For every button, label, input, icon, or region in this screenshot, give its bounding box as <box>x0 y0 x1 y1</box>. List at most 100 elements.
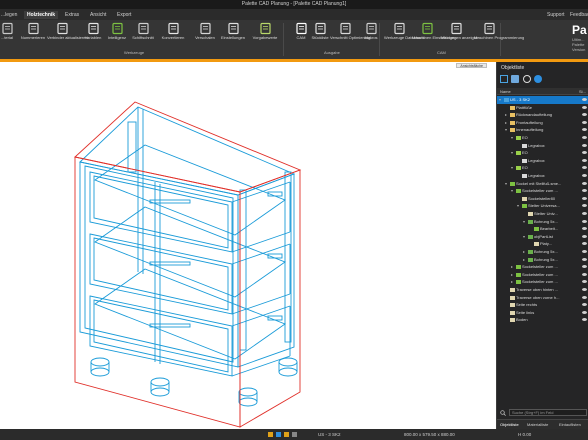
tree-row[interactable]: ▾ Stelter Universa... <box>497 202 588 210</box>
search-input[interactable]: Suche (Strg+F) im Feld <box>509 409 587 416</box>
tree-row[interactable]: Legrabox <box>497 157 588 165</box>
expand-arrow-icon[interactable]: ▾ <box>523 218 527 226</box>
tree-row[interactable]: Legrabox <box>497 142 588 150</box>
visibility-eye-icon[interactable] <box>582 151 587 155</box>
visibility-eye-icon[interactable] <box>582 189 587 193</box>
feedback-link[interactable]: Feedback <box>570 11 588 19</box>
tree-row[interactable]: Seite links <box>497 309 588 317</box>
tree-row[interactable]: ▾ EO <box>497 149 588 157</box>
visibility-eye-icon[interactable] <box>582 143 587 147</box>
tab-objektliste[interactable]: Objektliste <box>500 422 519 427</box>
tree-row[interactable]: Platy... <box>497 240 588 248</box>
tab-holztechnik[interactable]: Holztechnik <box>24 11 59 19</box>
visibility-eye-icon[interactable] <box>582 120 587 124</box>
connector-button[interactable]: Verbinder aktualisieren <box>47 22 88 48</box>
expand-arrow-icon[interactable]: ▾ <box>505 126 509 134</box>
tree-row[interactable]: ▸ Frontaufteilung <box>497 119 588 127</box>
visibility-eye-icon[interactable] <box>582 272 587 276</box>
tree-row[interactable]: ▸ Sockelsteller zum ... <box>497 263 588 271</box>
numbering-button[interactable]: Nummerieren <box>18 22 48 48</box>
tab-export[interactable]: Export <box>114 11 134 19</box>
tab-extras[interactable]: Extras <box>62 11 82 19</box>
tree-row[interactable]: Boden <box>497 316 588 324</box>
tree-row[interactable]: ▸ Bohrung 5x... <box>497 248 588 256</box>
visibility-eye-icon[interactable] <box>582 196 587 200</box>
visibility-eye-icon[interactable] <box>582 158 587 162</box>
expand-arrow-icon[interactable]: ▸ <box>523 256 527 264</box>
settings-button[interactable]: Einstellungen <box>218 22 248 48</box>
visibility-eye-icon[interactable] <box>582 181 587 185</box>
visibility-eye-icon[interactable] <box>582 295 587 299</box>
tree-row[interactable]: ▾ EO <box>497 164 588 172</box>
machine-programming-button[interactable]: Maschinen Programmierung <box>474 22 524 48</box>
column-visibility[interactable]: Si... <box>579 89 586 94</box>
refresh-icon[interactable] <box>522 75 531 83</box>
visibility-eye-icon[interactable] <box>582 212 587 215</box>
expand-arrow-icon[interactable]: ▸ <box>505 111 509 119</box>
tree-row[interactable]: ▸ Sockelsteller zum ... <box>497 278 588 286</box>
column-name[interactable]: Name <box>500 89 511 94</box>
tab-eintauflisten[interactable]: Eintauflisten <box>559 422 581 427</box>
expand-arrow-icon[interactable]: ▾ <box>511 134 515 142</box>
messages-button[interactable]: Meldungen anzeigen <box>441 22 478 48</box>
view-icon[interactable] <box>500 75 508 83</box>
tree-row[interactable]: ▸ Rückwandaufteilung <box>497 111 588 119</box>
expand-arrow-icon[interactable]: ▸ <box>505 119 509 127</box>
visibility-eye-icon[interactable] <box>582 234 587 238</box>
visibility-eye-icon[interactable] <box>582 204 587 208</box>
cad-viewport[interactable]: Ansichtsfläche <box>0 62 490 429</box>
visibility-eye-icon[interactable] <box>582 288 587 291</box>
tree-row[interactable]: Plattfüße <box>497 104 588 112</box>
visibility-eye-icon[interactable] <box>582 219 587 223</box>
visibility-eye-icon[interactable] <box>582 166 587 170</box>
tree-row[interactable]: Bearbeit... <box>497 225 588 233</box>
tool-database-button[interactable]: Werkzeuge Datenbank <box>384 22 425 48</box>
help-icon[interactable] <box>534 75 543 83</box>
tree-row[interactable]: ▾ objPartList <box>497 233 588 241</box>
support-link[interactable]: Support <box>547 11 565 19</box>
visibility-eye-icon[interactable] <box>582 280 587 284</box>
visibility-eye-icon[interactable] <box>582 318 587 322</box>
tag-icon[interactable] <box>511 75 520 83</box>
expand-arrow-icon[interactable]: ▸ <box>523 248 527 256</box>
visibility-eye-icon[interactable] <box>582 242 587 246</box>
tree-row[interactable]: ▾ US - 3 SK2 <box>497 96 588 104</box>
visibility-eye-icon[interactable] <box>582 257 587 261</box>
status-lock-icon[interactable] <box>268 431 298 439</box>
tree-row[interactable]: ▾ Innenaufteilung <box>497 126 588 134</box>
tree-row[interactable]: Stelter Univ... <box>497 210 588 218</box>
visibility-eye-icon[interactable] <box>582 265 587 269</box>
defaults-button[interactable]: Vorgabewerte <box>250 22 280 48</box>
tree-row[interactable]: Sockelsteller80 <box>497 195 588 203</box>
convert-button[interactable]: Konvertieren <box>158 22 188 48</box>
miter-cut-button[interactable]: Schiftschnitt <box>128 22 158 48</box>
expand-arrow-icon[interactable]: ▸ <box>511 263 515 271</box>
tree-row[interactable]: ▸ Sockelsteller zum ... <box>497 271 588 279</box>
tree-row[interactable]: ▾ Sockelsteller zum ... <box>497 187 588 195</box>
expand-arrow-icon[interactable]: ▾ <box>511 149 515 157</box>
tree-row[interactable]: Seite rechts <box>497 301 588 309</box>
visibility-eye-icon[interactable] <box>582 128 587 132</box>
expand-arrow-icon[interactable]: ▸ <box>511 271 515 279</box>
tab-legen[interactable]: ...legen <box>0 11 20 19</box>
visibility-eye-icon[interactable] <box>582 98 587 101</box>
machine-settings-button[interactable]: Maschinen Einstellungen <box>412 22 456 48</box>
cladding-button[interactable]: Verschalen <box>190 22 220 48</box>
expand-arrow-icon[interactable]: ▸ <box>511 278 515 286</box>
tab-ansicht[interactable]: Ansicht <box>87 11 109 19</box>
expand-arrow-icon[interactable]: ▾ <box>517 202 521 210</box>
tree-row[interactable]: Traverse oben vorne h... <box>497 294 588 302</box>
visibility-eye-icon[interactable] <box>582 136 587 139</box>
visibility-eye-icon[interactable] <box>582 250 587 253</box>
tab-materialliste[interactable]: Materialliste <box>527 422 548 427</box>
macros-button[interactable]: Makros <box>356 22 386 48</box>
visibility-eye-icon[interactable] <box>582 174 587 177</box>
tree-row[interactable]: ▾ Bohrung 5x... <box>497 218 588 226</box>
tree-row[interactable]: ▾ EO <box>497 134 588 142</box>
tree-row[interactable]: Legrabox <box>497 172 588 180</box>
visibility-eye-icon[interactable] <box>582 105 587 109</box>
expand-arrow-icon[interactable]: ▾ <box>511 164 515 172</box>
tree-row[interactable]: Traverse oben hinten ... <box>497 286 588 294</box>
expand-arrow-icon[interactable]: ▾ <box>523 233 527 241</box>
visibility-eye-icon[interactable] <box>582 113 587 117</box>
